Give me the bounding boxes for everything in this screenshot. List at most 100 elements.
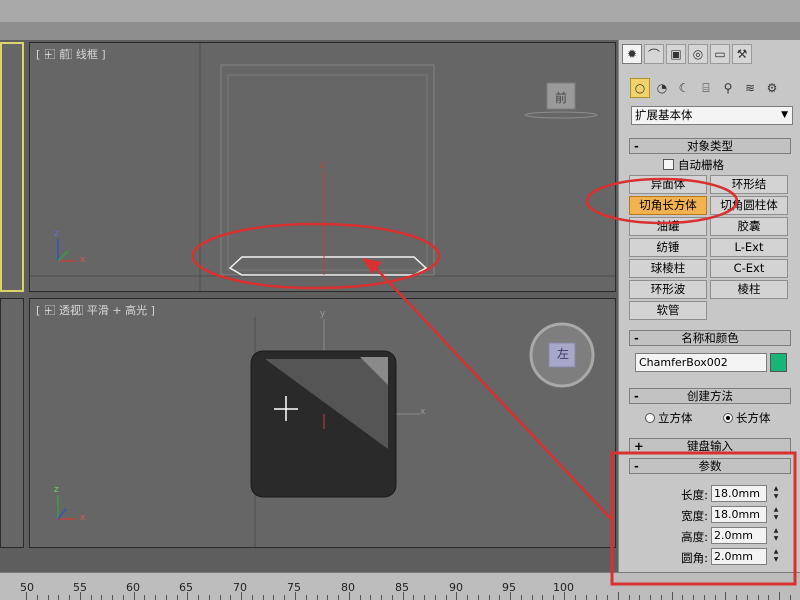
height-label: 高度: — [681, 530, 708, 544]
view-cube-ring — [524, 111, 598, 119]
ruler-tick — [424, 595, 426, 600]
view-cube-label[interactable]: 左 — [557, 345, 569, 362]
ruler-tick — [101, 595, 103, 600]
ruler-tick — [208, 595, 210, 600]
spinner-arrows-icon[interactable]: ▲ ▼ — [771, 548, 781, 565]
ruler-tick — [79, 592, 81, 600]
command-panel: ✹ ⌒ ▣ ◎ ▭ ⚒ ○ ◔ ☾ ⌸ ⚲ ≋ ⚙ 扩展基本体 ▼ - 对象类型… — [618, 40, 800, 600]
geometry-icon[interactable]: ○ — [630, 78, 650, 98]
utilities-icon[interactable]: ⚒ — [732, 44, 752, 64]
spinner-arrows-icon[interactable]: ▲ ▼ — [771, 506, 781, 523]
viewport-front[interactable]: [ + ⃞ 前 ⃞ 线框 ] z 前 z x — [29, 42, 616, 292]
fillet-input[interactable]: 2.0mm — [711, 548, 767, 565]
name-color-rollout-header[interactable]: - 名称和颜色 — [629, 330, 791, 346]
ruler-tick — [542, 595, 544, 600]
spinner-arrows-icon[interactable]: ▲ ▼ — [771, 485, 781, 502]
display-icon[interactable]: ▭ — [710, 44, 730, 64]
cube-option-label: 立方体 — [658, 411, 693, 425]
motion-icon[interactable]: ◎ — [688, 44, 708, 64]
ruler-tick — [241, 592, 243, 600]
shapes-icon[interactable]: ◔ — [652, 78, 672, 98]
radio-button-selected[interactable] — [723, 413, 733, 423]
creation-method-rollout-header[interactable]: - 创建方法 — [629, 388, 791, 404]
chamfer-box-front-wireframe — [228, 256, 428, 276]
geometry-category-dropdown[interactable]: 扩展基本体 ▼ — [631, 106, 793, 125]
lights-icon[interactable]: ☾ — [674, 78, 694, 98]
ruler-tick — [359, 595, 361, 600]
chamfer-box-button[interactable]: 切角长方体 — [629, 196, 707, 215]
object-button[interactable]: 纺锤 — [629, 238, 707, 257]
autogrid-checkbox-box[interactable] — [663, 159, 674, 170]
parameters-rollout-header[interactable]: - 参数 — [629, 458, 791, 474]
time-ruler[interactable]: 50 55 60 65 70 75 80 85 90 95 100 — [0, 572, 800, 600]
ruler-tick — [434, 595, 436, 600]
ruler-tick — [510, 592, 512, 600]
viewport-top-partial[interactable] — [0, 42, 24, 292]
ruler-tick — [768, 595, 770, 600]
create-icon[interactable]: ✹ — [622, 44, 642, 64]
cameras-icon[interactable]: ⌸ — [696, 78, 716, 98]
helpers-icon[interactable]: ⚲ — [718, 78, 738, 98]
ruler-tick — [230, 595, 232, 600]
view-cube-label[interactable]: 前 — [555, 89, 567, 106]
ruler-tick — [736, 595, 738, 600]
modify-icon[interactable]: ⌒ — [644, 44, 664, 64]
ruler-tick — [36, 595, 38, 600]
hierarchy-icon[interactable]: ▣ — [666, 44, 686, 64]
ruler-tick — [477, 595, 479, 600]
object-button[interactable]: 环形波 — [629, 280, 707, 299]
ruler-tick — [58, 595, 60, 600]
object-button[interactable]: 环形结 — [710, 175, 788, 194]
ruler-tick — [520, 595, 522, 600]
width-label: 宽度: — [681, 509, 708, 523]
object-button[interactable]: L-Ext — [710, 238, 788, 257]
ruler-tick — [746, 595, 748, 600]
ruler-tick — [316, 595, 318, 600]
ruler-tick — [617, 592, 619, 600]
ruler-tick — [165, 595, 167, 600]
viewport-left-partial[interactable] — [0, 298, 24, 548]
creation-method-box-radio[interactable]: 长方体 — [723, 410, 771, 426]
ruler-tick — [338, 595, 340, 600]
viewport-perspective[interactable]: [ + ⃞ 透视 ⃞ 平滑 + 高光 ] y x 左 z x — [29, 298, 616, 548]
chevron-down-icon: ▼ — [781, 110, 788, 120]
ruler-tick — [639, 595, 641, 600]
object-name-field[interactable]: ChamferBox002 — [635, 353, 767, 372]
ruler-tick — [660, 595, 662, 600]
ruler-tick — [305, 595, 307, 600]
spinner-arrows-icon[interactable]: ▲ ▼ — [771, 527, 781, 544]
length-input[interactable]: 18.0mm — [711, 485, 767, 502]
creation-method-cube-radio[interactable]: 立方体 — [645, 410, 693, 426]
object-button[interactable]: 切角圆柱体 — [710, 196, 788, 215]
y-axis-label: y — [320, 309, 326, 319]
ruler-tick — [90, 595, 92, 600]
object-button[interactable]: 异面体 — [629, 175, 707, 194]
ruler-tick — [714, 595, 716, 600]
ruler-tick — [284, 595, 286, 600]
object-button[interactable]: 胶囊 — [710, 217, 788, 236]
viewport-header-strip — [0, 22, 800, 40]
create-category-icons: ○ ◔ ☾ ⌸ ⚲ ≋ ⚙ — [630, 78, 782, 98]
tripod-y-axis — [57, 250, 69, 262]
systems-icon[interactable]: ⚙ — [762, 78, 782, 98]
ruler-tick — [607, 595, 609, 600]
object-button[interactable]: 棱柱 — [710, 280, 788, 299]
object-button[interactable]: 球棱柱 — [629, 259, 707, 278]
width-input[interactable]: 18.0mm — [711, 506, 767, 523]
object-button[interactable]: C-Ext — [710, 259, 788, 278]
radio-button[interactable] — [645, 413, 655, 423]
object-button[interactable]: 油罐 — [629, 217, 707, 236]
autogrid-checkbox[interactable]: 自动栅格 — [663, 157, 724, 173]
ruler-tick — [628, 595, 630, 600]
keyboard-entry-rollout-header[interactable]: + 键盘输入 — [629, 438, 791, 454]
height-input[interactable]: 2.0mm — [711, 527, 767, 544]
ruler-number: 70 — [233, 581, 247, 594]
object-type-rollout-header[interactable]: - 对象类型 — [629, 138, 791, 154]
object-button[interactable]: 软管 — [629, 301, 707, 320]
ruler-tick — [122, 595, 124, 600]
ruler-tick — [564, 592, 565, 600]
object-color-swatch[interactable] — [770, 353, 787, 372]
ruler-tick — [413, 595, 415, 600]
autogrid-label: 自动栅格 — [678, 158, 724, 172]
spacewarps-icon[interactable]: ≋ — [740, 78, 760, 98]
